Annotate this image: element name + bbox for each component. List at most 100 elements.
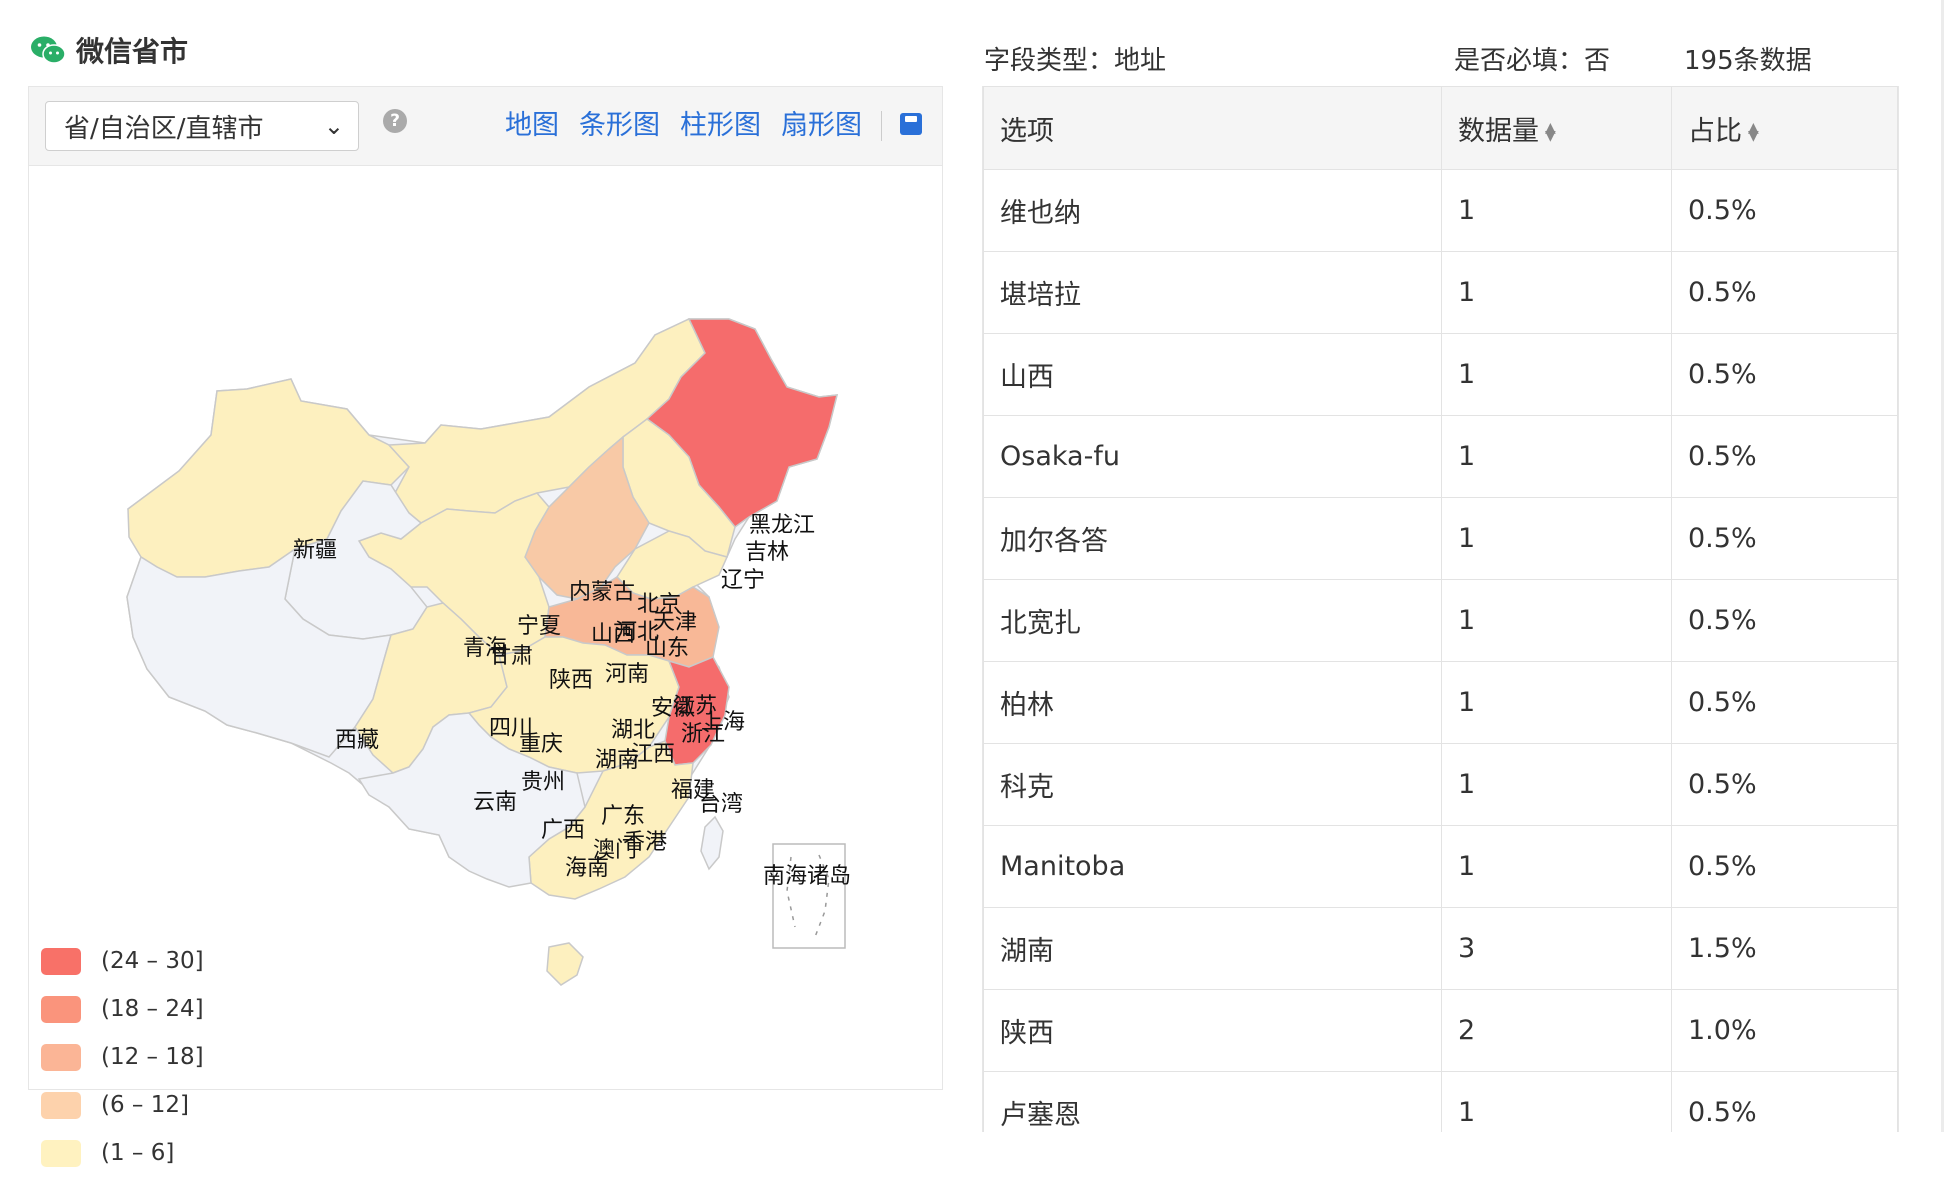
cell-count: 1 <box>1441 415 1672 498</box>
cell-percent: 0.5% <box>1671 1071 1898 1132</box>
map-label-south-china-sea: 南海诸岛 <box>763 864 851 889</box>
map-label-zhejiang: 浙江 <box>681 722 725 747</box>
chart-panel: 省/自治区/直辖市 ⌄ ? 地图 条形图 柱形图 扇形图 黑龙江 吉林 辽宁 内… <box>28 86 943 1167</box>
cell-percent: 0.5% <box>1671 661 1898 744</box>
help-icon[interactable]: ? <box>383 109 407 133</box>
legend-label: (12 – 18] <box>101 1044 204 1070</box>
data-table: 选项 数据量 ▲ ▼ 占比 ▲ ▼ 维也纳 1 0.5% 堪培拉 1 0.5% 山西 1 0.5% … <box>983 86 1898 1132</box>
tab-pie-chart[interactable]: 扇形图 <box>781 103 862 142</box>
cell-percent: 1.0% <box>1671 989 1898 1072</box>
record-count-text: 195条数据 <box>1684 46 1812 76</box>
column-header-label: 占比 <box>1688 115 1742 147</box>
legend-label: (18 – 24] <box>101 996 204 1022</box>
chevron-down-icon: ⌄ <box>323 112 344 140</box>
table-row: Manitoba 1 0.5% <box>983 825 1898 908</box>
legend-item[interactable]: (1 – 6] <box>41 1129 204 1177</box>
legend-swatch <box>41 995 81 1023</box>
column-header-percent[interactable]: 占比 ▲ ▼ <box>1671 86 1898 170</box>
region-level-select[interactable]: 省/自治区/直辖市 ⌄ <box>45 101 359 151</box>
table-row: 北宽扎 1 0.5% <box>983 579 1898 662</box>
south-china-sea-box <box>772 843 846 949</box>
cell-option: 柏林 <box>983 661 1442 744</box>
cell-count: 1 <box>1441 251 1672 334</box>
legend-swatch <box>41 1139 81 1167</box>
field-type-text: 字段类型：地址 <box>984 46 1167 76</box>
china-map: 黑龙江 吉林 辽宁 内蒙古 新疆 北京 天津 宁夏 山西 河北 青海 甘肃 山东… <box>29 167 942 1167</box>
table-row: 陕西 2 1.0% <box>983 989 1898 1072</box>
cell-option: 堪培拉 <box>983 251 1442 334</box>
region-taiwan[interactable] <box>700 815 724 871</box>
map-label-tianjin: 天津 <box>653 610 697 635</box>
legend-item[interactable]: (6 – 12] <box>41 1081 204 1129</box>
cell-option: 湖南 <box>983 907 1442 990</box>
column-header-option: 选项 <box>983 86 1442 170</box>
map-label-gansu: 甘肃 <box>489 644 533 669</box>
table-row: 加尔各答 1 0.5% <box>983 497 1898 580</box>
required-text: 是否必填：否 <box>1454 46 1611 76</box>
cell-percent: 0.5% <box>1671 415 1898 498</box>
tab-column-chart[interactable]: 柱形图 <box>680 103 761 142</box>
legend-swatch <box>41 947 81 975</box>
legend-swatch <box>41 1091 81 1119</box>
table-row: 湖南 3 1.5% <box>983 907 1898 990</box>
column-header-label: 数据量 <box>1458 115 1539 147</box>
map-label-henan: 河南 <box>605 662 649 687</box>
legend-swatch <box>41 1043 81 1071</box>
map-label-shandong: 山东 <box>645 636 689 661</box>
legend-item[interactable]: (18 – 24] <box>41 985 204 1033</box>
legend-label: (1 – 6] <box>101 1140 175 1166</box>
map-label-guangxi: 广西 <box>541 818 585 843</box>
wechat-icon <box>31 36 66 64</box>
cell-percent: 0.5% <box>1671 169 1898 252</box>
map-label-liaoning: 辽宁 <box>721 568 765 593</box>
page-header: 微信省市 <box>30 30 188 70</box>
table-row: 堪培拉 1 0.5% <box>983 251 1898 334</box>
map-label-yunnan: 云南 <box>473 790 517 815</box>
cell-percent: 0.5% <box>1671 743 1898 826</box>
cell-option: 卢塞恩 <box>983 1071 1442 1132</box>
table-row: 柏林 1 0.5% <box>983 661 1898 744</box>
region-hainan[interactable] <box>546 942 584 986</box>
region-level-select-value: 省/自治区/直辖市 <box>64 113 264 144</box>
cell-option: Osaka-fu <box>983 415 1442 498</box>
map-label-jiangxi: 江西 <box>631 742 675 767</box>
sort-icon[interactable]: ▲ ▼ <box>1748 121 1759 143</box>
sort-icon[interactable]: ▲ ▼ <box>1545 121 1556 143</box>
data-table-container: 选项 数据量 ▲ ▼ 占比 ▲ ▼ 维也纳 1 0.5% 堪培拉 1 0.5% 山西 1 0.5% … <box>982 86 1899 1132</box>
cell-count: 2 <box>1441 989 1672 1072</box>
map-label-jilin: 吉林 <box>745 540 789 565</box>
cell-count: 3 <box>1441 907 1672 990</box>
cell-option: 加尔各答 <box>983 497 1442 580</box>
cell-percent: 0.5% <box>1671 497 1898 580</box>
toolbar-divider <box>881 111 882 141</box>
cell-percent: 0.5% <box>1671 333 1898 416</box>
cell-option: 科克 <box>983 743 1442 826</box>
column-header-count[interactable]: 数据量 ▲ ▼ <box>1441 86 1672 170</box>
cell-count: 1 <box>1441 825 1672 908</box>
cell-count: 1 <box>1441 333 1672 416</box>
map-label-hubei: 湖北 <box>611 718 655 743</box>
table-row: 山西 1 0.5% <box>983 333 1898 416</box>
cell-option: 陕西 <box>983 989 1442 1072</box>
map-label-shaanxi: 陕西 <box>549 668 593 693</box>
table-row: Osaka-fu 1 0.5% <box>983 415 1898 498</box>
map-label-tibet: 西藏 <box>335 728 379 753</box>
cell-option: 维也纳 <box>983 169 1442 252</box>
save-icon[interactable] <box>900 113 922 135</box>
map-label-inner-mongolia: 内蒙古 <box>569 580 635 605</box>
map-label-guangdong: 广东 <box>601 804 645 829</box>
tab-map[interactable]: 地图 <box>505 103 559 142</box>
tab-bar-chart[interactable]: 条形图 <box>579 103 660 142</box>
map-label-xinjiang: 新疆 <box>293 538 337 563</box>
legend-item[interactable]: (24 – 30] <box>41 937 204 985</box>
cell-count: 1 <box>1441 579 1672 662</box>
table-row: 维也纳 1 0.5% <box>983 169 1898 252</box>
map-label-ningxia: 宁夏 <box>517 614 561 639</box>
map-legend: (24 – 30] (18 – 24] (12 – 18] (6 – 12] (… <box>41 937 204 1177</box>
map-label-heilongjiang: 黑龙江 <box>749 513 815 538</box>
legend-label: (24 – 30] <box>101 948 204 974</box>
cell-percent: 1.5% <box>1671 907 1898 990</box>
cell-percent: 0.5% <box>1671 251 1898 334</box>
cell-percent: 0.5% <box>1671 579 1898 662</box>
legend-item[interactable]: (12 – 18] <box>41 1033 204 1081</box>
